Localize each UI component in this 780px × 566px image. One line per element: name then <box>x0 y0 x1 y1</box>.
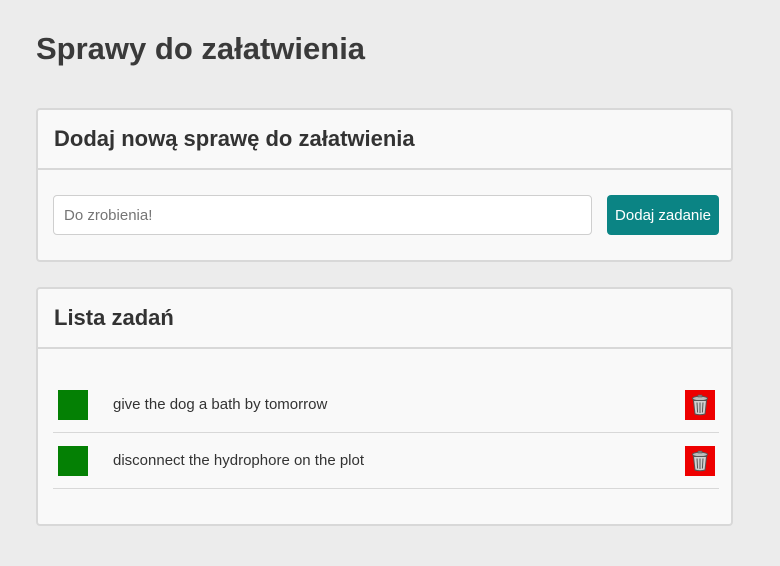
add-task-heading: Dodaj nową sprawę do załatwienia <box>54 126 415 151</box>
task-list-heading: Lista zadań <box>54 305 174 330</box>
add-task-card-header: Dodaj nową sprawę do załatwienia <box>38 110 731 170</box>
task-item: give the dog a bath by tomorrow <box>53 377 719 433</box>
delete-task-button[interactable] <box>685 446 715 476</box>
new-task-input[interactable] <box>53 195 592 235</box>
delete-task-button[interactable] <box>685 390 715 420</box>
add-task-button[interactable]: Dodaj zadanie <box>607 195 719 235</box>
task-text: give the dog a bath by tomorrow <box>113 396 328 413</box>
task-item: disconnect the hydrophore on the plot <box>53 433 719 489</box>
task-text: disconnect the hydrophore on the plot <box>113 452 365 469</box>
trash-icon <box>692 394 708 416</box>
add-task-form: Dodaj zadanie <box>53 195 719 235</box>
trash-icon <box>692 450 708 472</box>
mark-done-toggle[interactable] <box>58 446 88 476</box>
task-list: give the dog a bath by tomorrow disconne… <box>53 377 719 489</box>
page-title: Sprawy do załatwienia <box>36 31 366 66</box>
add-task-card: Dodaj nową sprawę do załatwienia Dodaj z… <box>36 108 733 262</box>
mark-done-toggle[interactable] <box>58 390 88 420</box>
task-list-card-header: Lista zadań <box>38 289 731 349</box>
task-list-card: Lista zadań give the dog a bath by tomor… <box>36 287 733 526</box>
